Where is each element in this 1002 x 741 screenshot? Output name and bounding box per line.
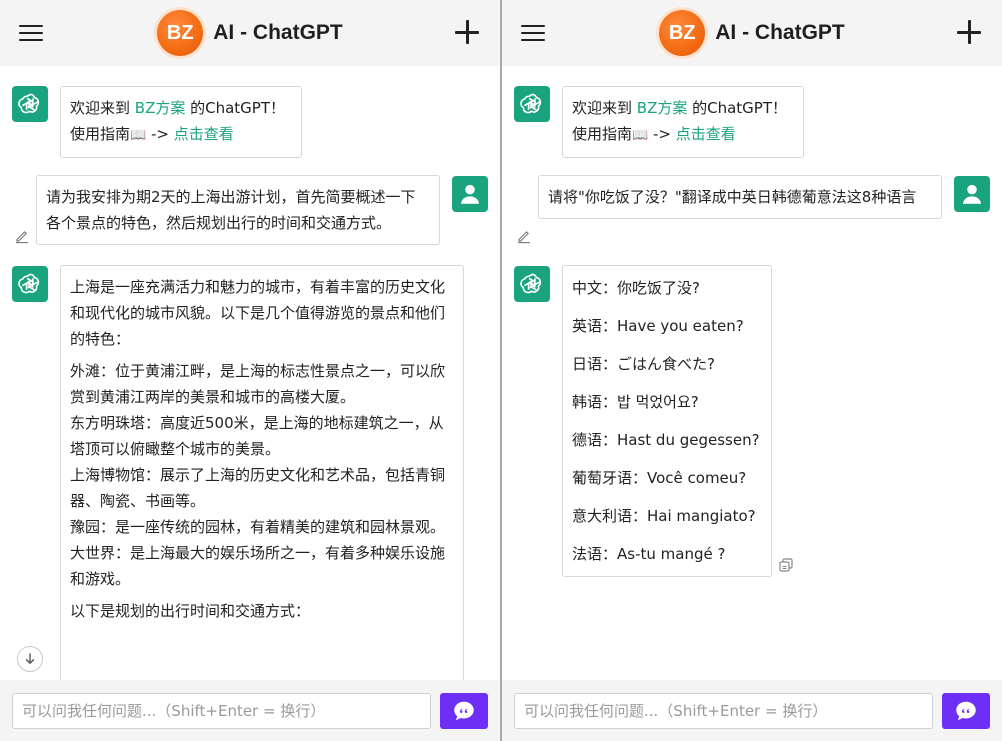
welcome-prefix: 欢迎来到 bbox=[70, 99, 135, 117]
guide-arrow: -> bbox=[648, 125, 676, 143]
reply-spot: 大世界：是上海最大的娱乐场所之一，有着多种娱乐设施和游戏。 bbox=[70, 544, 446, 588]
chat-input[interactable] bbox=[12, 693, 431, 729]
guide-link[interactable]: 点击查看 bbox=[676, 125, 736, 143]
chat-messages: 欢迎来到 BZ方案 的ChatGPT！ 使用指南📖 -> 点击查看 请将"你吃饭… bbox=[502, 66, 1002, 680]
translation-line: 葡萄牙语：Você comeu? bbox=[572, 469, 747, 487]
bz-link[interactable]: BZ方案 bbox=[135, 99, 186, 117]
user-message-text: 请将"你吃饭了没？"翻译成中英日韩德葡意法这8种语言 bbox=[548, 188, 917, 206]
reply-spot: 上海博物馆：展示了上海的历史文化和艺术品，包括青铜器、陶瓷、书画等。 bbox=[70, 466, 446, 510]
send-button[interactable] bbox=[440, 693, 488, 729]
app-root: BZ AI - ChatGPT 欢迎来到 BZ方案 的ChatGPT！ 使用指南… bbox=[0, 0, 1002, 741]
welcome-suffix: 的ChatGPT！ bbox=[185, 99, 286, 117]
chatgpt-logo-icon bbox=[12, 266, 48, 302]
book-icon: 📖 bbox=[632, 128, 649, 143]
app-title: AI - ChatGPT bbox=[715, 21, 845, 44]
reply-intro: 上海是一座充满活力和魅力的城市，有着丰富的历史文化和现代化的城市风貌。以下是几个… bbox=[70, 278, 446, 348]
reply-outro: 以下是规划的出行时间和交通方式： bbox=[70, 602, 311, 620]
new-chat-plus-icon[interactable] bbox=[454, 19, 480, 45]
header: BZ AI - ChatGPT bbox=[502, 0, 1002, 66]
copy-icon[interactable] bbox=[777, 556, 795, 574]
chatgpt-logo-icon bbox=[12, 86, 48, 122]
translation-line: 英语：Have you eaten? bbox=[572, 317, 744, 335]
welcome-prefix: 欢迎来到 bbox=[572, 99, 637, 117]
chatgpt-logo-icon bbox=[514, 86, 550, 122]
welcome-suffix: 的ChatGPT！ bbox=[687, 99, 788, 117]
user-icon bbox=[954, 176, 990, 212]
menu-icon[interactable] bbox=[19, 20, 45, 46]
bz-logo: BZ bbox=[157, 10, 204, 56]
chat-pane-right: BZ AI - ChatGPT 欢迎来到 BZ方案 的ChatGPT！ 使用指南… bbox=[502, 0, 1002, 741]
send-button[interactable] bbox=[942, 693, 990, 729]
user-message: 请为我安排为期2天的上海出游计划，首先简要概述一下各个景点的特色，然后规划出行的… bbox=[36, 175, 440, 245]
reply-spot: 豫园：是一座传统的园林，有着精美的建筑和园林景观。 bbox=[70, 518, 446, 536]
chatgpt-logo-icon bbox=[514, 266, 550, 302]
pencil-icon[interactable] bbox=[516, 228, 532, 244]
guide-label: 使用指南 bbox=[572, 125, 633, 143]
new-chat-plus-icon[interactable] bbox=[956, 19, 982, 45]
app-title: AI - ChatGPT bbox=[213, 21, 343, 44]
chat-bubble-icon bbox=[451, 698, 477, 724]
assistant-reply: 上海是一座充满活力和魅力的城市，有着丰富的历史文化和现代化的城市风貌。以下是几个… bbox=[60, 265, 464, 680]
bz-logo: BZ bbox=[659, 10, 706, 56]
translation-line: 意大利语：Hai mangiato? bbox=[572, 507, 756, 525]
scroll-down-arrow-icon[interactable] bbox=[17, 646, 43, 672]
translation-line: 中文：你吃饭了没? bbox=[572, 279, 700, 297]
translation-line: 法语：As-tu mangé ? bbox=[572, 545, 726, 563]
reply-spot: 外滩：位于黄浦江畔，是上海的标志性景点之一，可以欣赏到黄浦江两岸的美景和城市的高… bbox=[70, 362, 446, 406]
welcome-message: 欢迎来到 BZ方案 的ChatGPT！ 使用指南📖 -> 点击查看 bbox=[60, 86, 302, 158]
guide-label: 使用指南 bbox=[70, 125, 131, 143]
book-icon: 📖 bbox=[130, 128, 147, 143]
brand: BZ AI - ChatGPT bbox=[157, 10, 343, 56]
user-message: 请将"你吃饭了没？"翻译成中英日韩德葡意法这8种语言 bbox=[538, 175, 942, 219]
menu-icon[interactable] bbox=[521, 20, 547, 46]
user-icon bbox=[452, 176, 488, 212]
translation-line: 德语：Hast du gegessen? bbox=[572, 431, 760, 449]
chat-bubble-icon bbox=[953, 698, 979, 724]
reply-spot: 东方明珠塔：高度近500米，是上海的地标建筑之一，从塔顶可以俯瞰整个城市的美景。 bbox=[70, 414, 444, 458]
input-bar bbox=[502, 680, 1002, 741]
input-bar bbox=[0, 680, 500, 741]
chat-input[interactable] bbox=[514, 693, 933, 729]
guide-link[interactable]: 点击查看 bbox=[174, 125, 234, 143]
header: BZ AI - ChatGPT bbox=[0, 0, 500, 66]
user-message-text: 请为我安排为期2天的上海出游计划，首先简要概述一下各个景点的特色，然后规划出行的… bbox=[46, 188, 416, 232]
guide-arrow: -> bbox=[146, 125, 174, 143]
bz-link[interactable]: BZ方案 bbox=[637, 99, 688, 117]
assistant-reply: 中文：你吃饭了没? 英语：Have you eaten? 日语：ごはん食べた? … bbox=[562, 265, 772, 577]
translation-line: 韩语：밥 먹었어요? bbox=[572, 393, 699, 411]
welcome-message: 欢迎来到 BZ方案 的ChatGPT！ 使用指南📖 -> 点击查看 bbox=[562, 86, 804, 158]
chat-messages: 欢迎来到 BZ方案 的ChatGPT！ 使用指南📖 -> 点击查看 请为我安排为… bbox=[0, 66, 500, 680]
chat-pane-left: BZ AI - ChatGPT 欢迎来到 BZ方案 的ChatGPT！ 使用指南… bbox=[0, 0, 500, 741]
translation-line: 日语：ごはん食べた? bbox=[572, 355, 715, 373]
brand: BZ AI - ChatGPT bbox=[659, 10, 845, 56]
pencil-icon[interactable] bbox=[14, 228, 30, 244]
